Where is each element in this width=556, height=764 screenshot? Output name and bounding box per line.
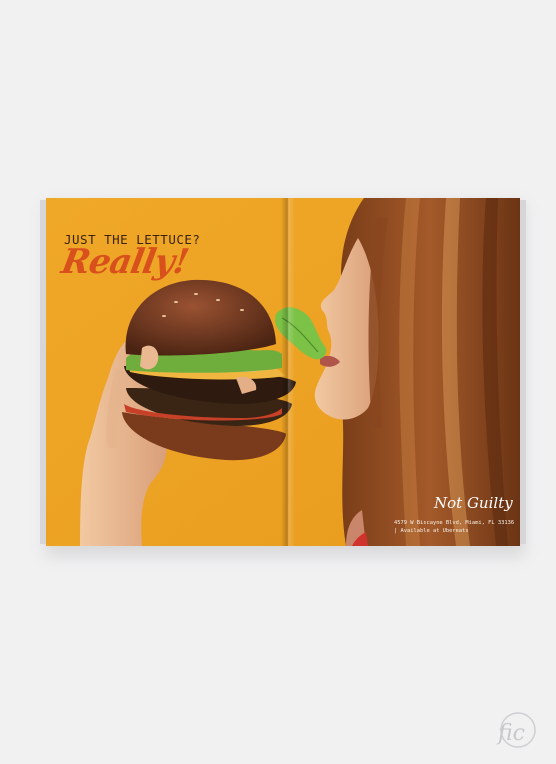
address-line-1: 4579 W Biscayne Blvd, Miami, FL 33136: [394, 520, 515, 526]
address-line-2: | Available at Ubereats: [394, 528, 469, 534]
watermark-logo: fic: [496, 712, 536, 748]
magazine: JUST THE LETTUCE? Really! Not Guilty 457…: [40, 196, 526, 556]
brand-logo: Not Guilty: [434, 494, 513, 512]
ad-address: 4579 W Biscayne Blvd, Miami, FL 33136 | …: [394, 519, 514, 535]
svg-text:fic: fic: [496, 721, 525, 746]
magazine-gutter: [281, 198, 295, 546]
magazine-spread: JUST THE LETTUCE? Really! Not Guilty 457…: [46, 198, 520, 546]
ad-script-text: Really!: [58, 242, 191, 282]
